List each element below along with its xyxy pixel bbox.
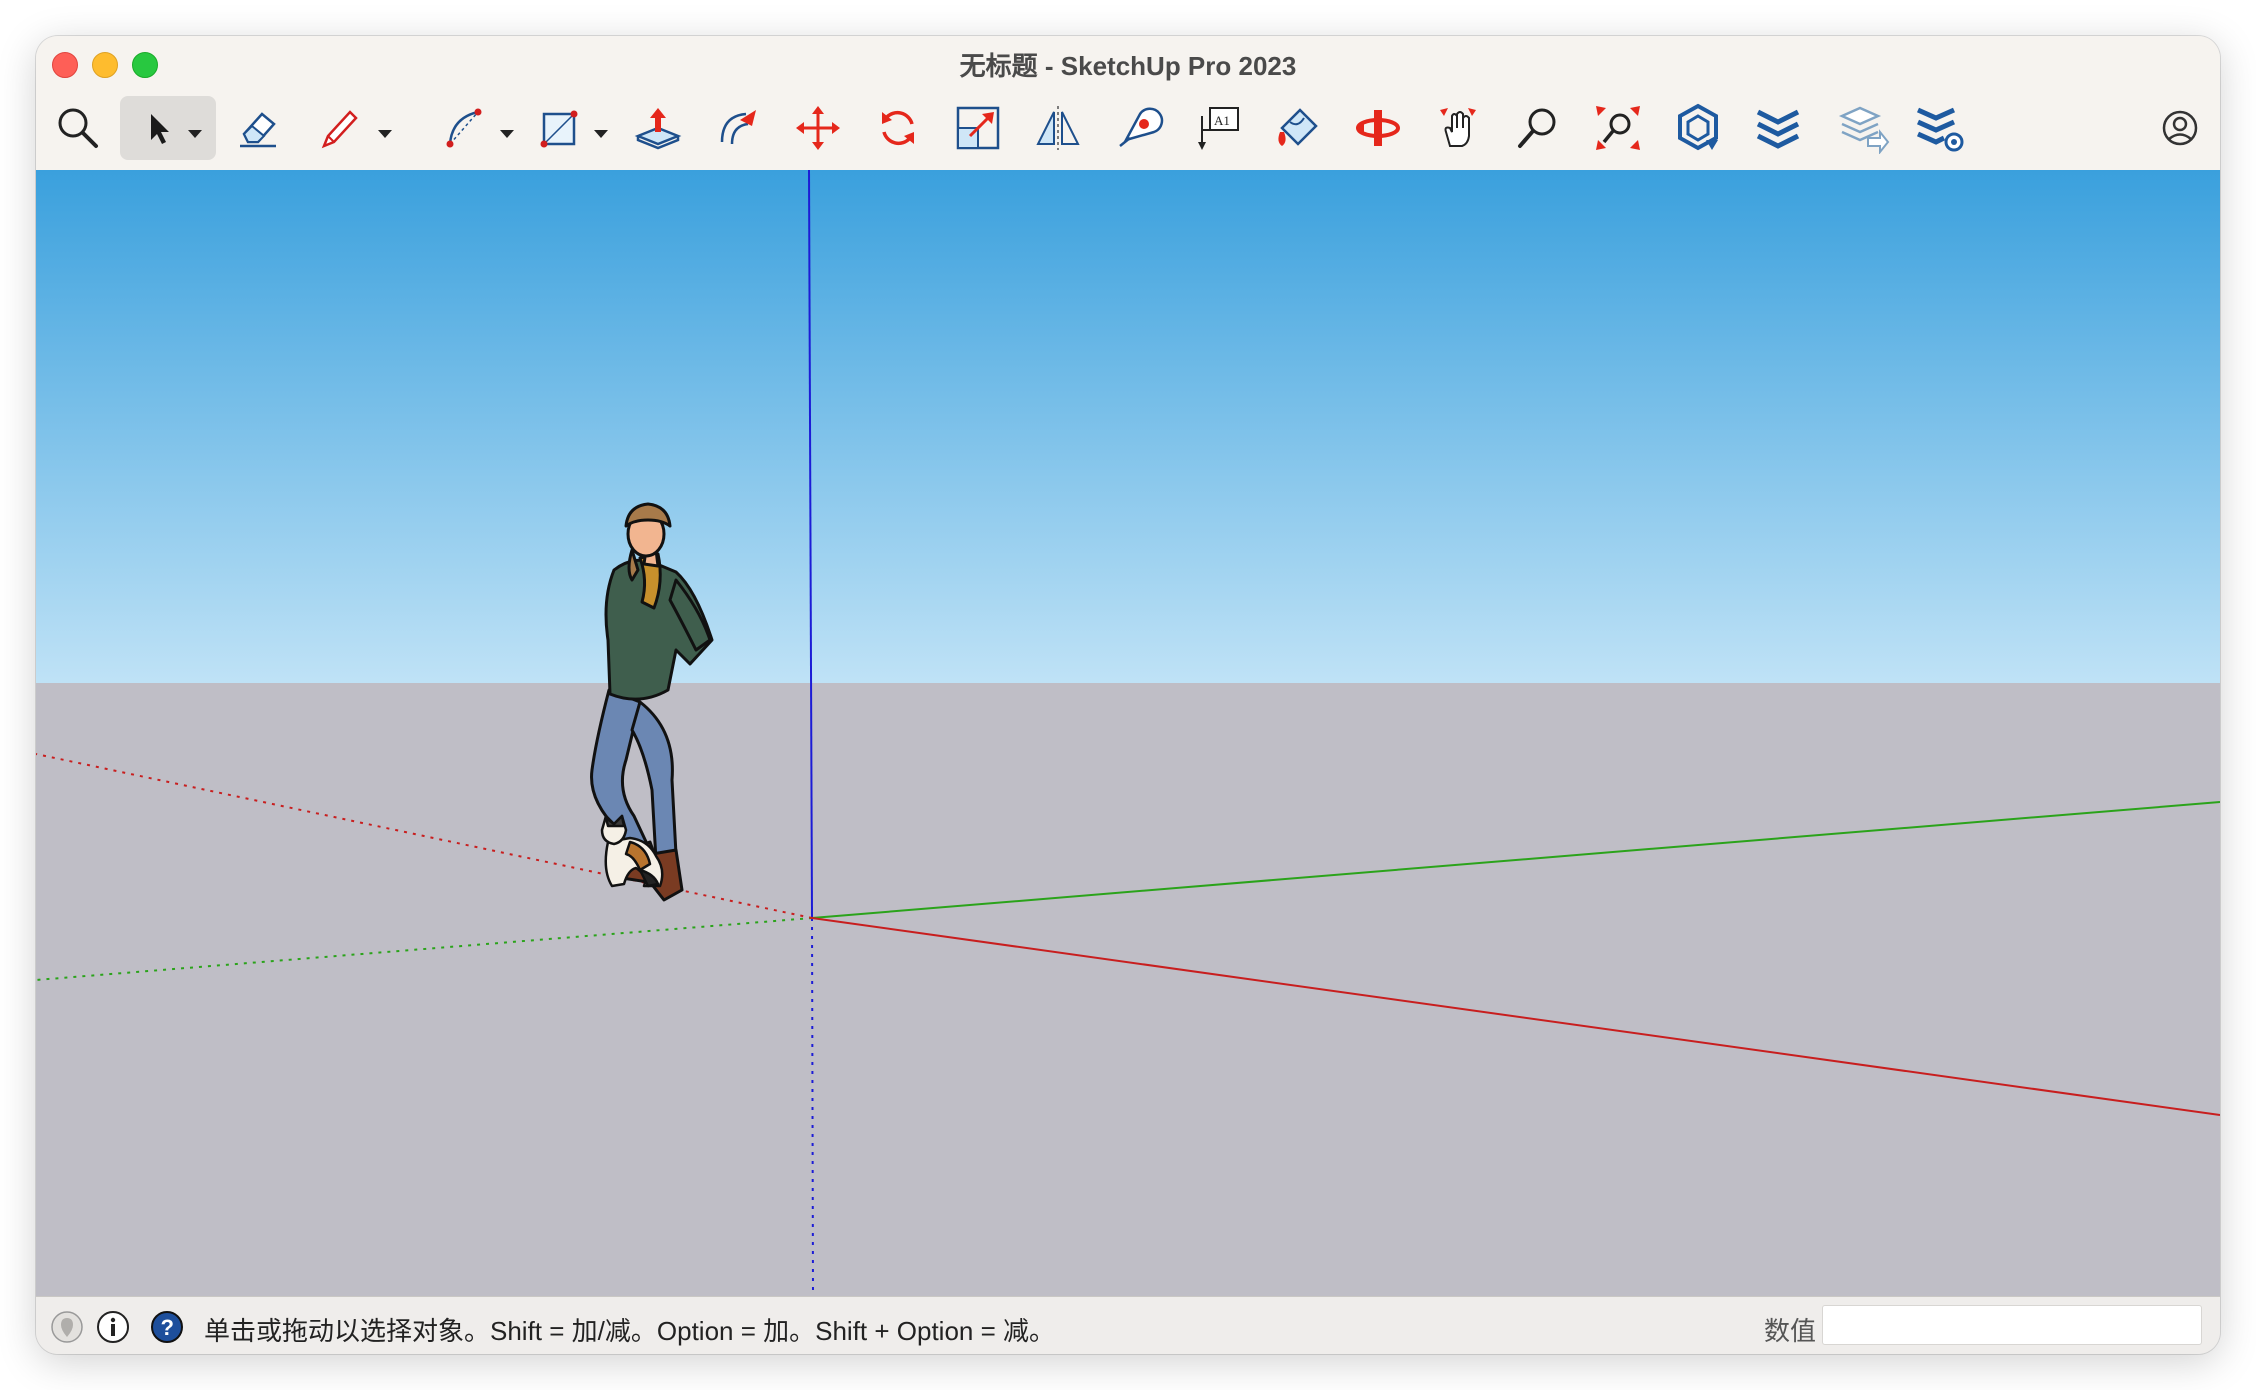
account-button[interactable]	[2148, 96, 2212, 160]
main-toolbar: A1	[36, 90, 2220, 166]
search-icon	[58, 108, 98, 148]
help-icon[interactable]: ?	[150, 1310, 184, 1344]
extension-warehouse-icon	[1756, 109, 1800, 149]
push-pull-icon	[634, 108, 682, 150]
warehouse-button[interactable]	[1666, 96, 1730, 160]
move-tool-button[interactable]	[786, 96, 850, 160]
zoom-extents-icon	[1596, 106, 1640, 150]
pencil-line-icon	[321, 110, 358, 149]
chevron-down-icon[interactable]	[188, 130, 202, 138]
zoom-tool-button[interactable]	[1506, 96, 1570, 160]
rotate-icon	[882, 110, 914, 146]
send-to-layout-icon	[1838, 106, 1890, 154]
text-label-icon: A1	[1198, 107, 1239, 150]
sky	[36, 170, 2220, 683]
flip-icon	[1036, 106, 1080, 150]
account-icon	[2162, 110, 2198, 146]
titlebar: 无标题 - SketchUp Pro 2023 A1	[36, 36, 2220, 172]
eraser-icon	[240, 112, 276, 148]
rotate-tool-button[interactable]	[866, 96, 930, 160]
orbit-tool-button[interactable]	[1346, 96, 1410, 160]
orbit-icon	[1356, 110, 1400, 146]
eraser-tool-button[interactable]	[226, 96, 290, 160]
push-pull-tool-button[interactable]	[626, 96, 690, 160]
paint-bucket-icon	[1278, 108, 1318, 146]
scale-icon	[956, 106, 1000, 150]
status-message: 单击或拖动以选择对象。Shift = 加/减。Option = 加。Shift …	[204, 1316, 1056, 1346]
chevron-down-icon[interactable]	[500, 130, 514, 138]
rectangle-icon	[540, 110, 578, 148]
measurements-input[interactable]	[1822, 1305, 2202, 1345]
arc-icon	[446, 108, 482, 148]
ground	[36, 683, 2220, 1296]
tape-measure-icon	[1119, 107, 1164, 147]
pan-tool-button[interactable]	[1426, 96, 1490, 160]
warehouse-icon	[1678, 103, 1718, 151]
move-icon	[796, 106, 840, 150]
text-tool-button[interactable]: A1	[1186, 96, 1250, 160]
svg-text:?: ?	[161, 1315, 174, 1340]
zoom-extents-tool-button[interactable]	[1586, 96, 1650, 160]
svg-text:A1: A1	[1214, 113, 1230, 128]
extension-warehouse-button[interactable]	[1746, 96, 1810, 160]
offset-tool-button[interactable]	[706, 96, 770, 160]
select-tool-button[interactable]	[120, 96, 216, 160]
scene-canvas[interactable]	[36, 170, 2220, 1296]
extension-manager-button[interactable]	[1908, 96, 1972, 160]
app-window: 无标题 - SketchUp Pro 2023 A1 ? 单击或拖动以选择对象。…	[36, 36, 2220, 1354]
rectangle-tool-button[interactable]	[528, 96, 608, 160]
chevron-down-icon[interactable]	[378, 130, 392, 138]
search-button[interactable]	[46, 96, 110, 160]
select-arrow-icon	[151, 114, 169, 144]
flip-tool-button[interactable]	[1026, 96, 1090, 160]
info-icon[interactable]	[96, 1310, 130, 1344]
window-title: 无标题 - SketchUp Pro 2023	[959, 51, 1297, 81]
scale-tool-button[interactable]	[946, 96, 1010, 160]
tape-measure-tool-button[interactable]	[1106, 96, 1170, 160]
chevron-down-icon[interactable]	[594, 130, 608, 138]
arc-tool-button[interactable]	[432, 96, 514, 160]
statusbar: ? 单击或拖动以选择对象。Shift = 加/减。Option = 加。Shif…	[36, 1296, 2220, 1354]
measurements-label: 数值	[1764, 1316, 1817, 1346]
geo-location-icon[interactable]	[50, 1310, 84, 1344]
send-to-layout-button[interactable]	[1832, 96, 1896, 160]
offset-icon	[720, 110, 756, 145]
extension-manager-icon	[1916, 107, 1964, 152]
line-tool-button[interactable]	[308, 96, 392, 160]
paint-bucket-tool-button[interactable]	[1266, 96, 1330, 160]
pan-icon	[1440, 108, 1476, 147]
model-viewport[interactable]	[36, 170, 2220, 1296]
zoom-icon	[1518, 108, 1556, 148]
